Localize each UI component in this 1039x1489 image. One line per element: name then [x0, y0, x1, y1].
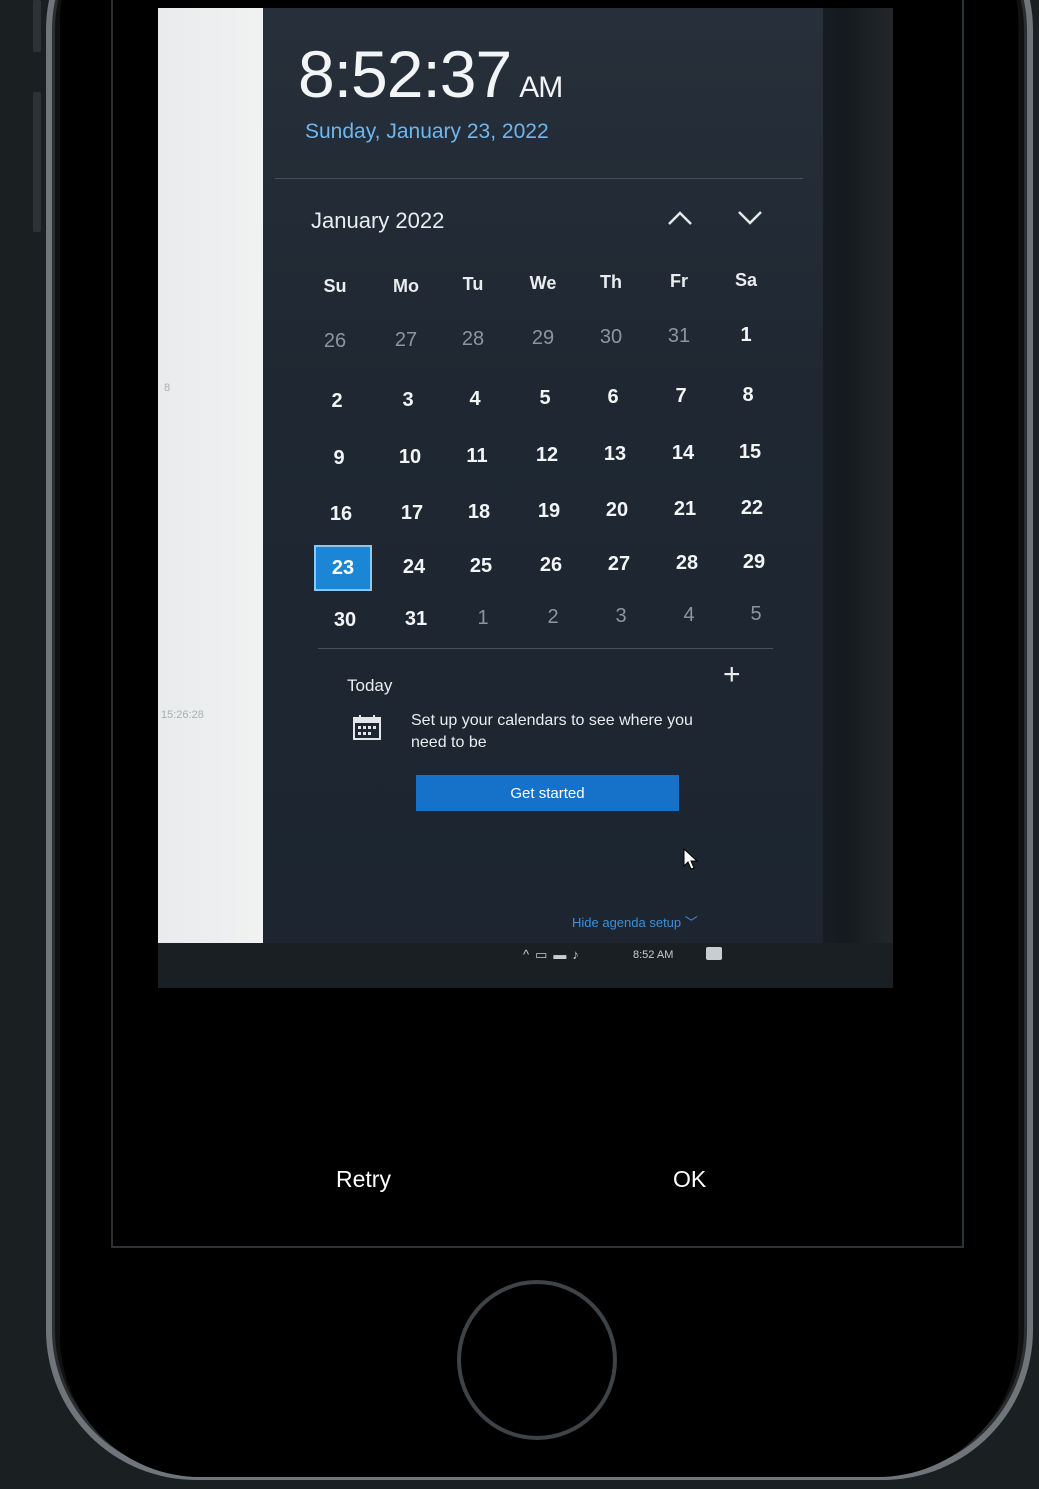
calendar-day[interactable]: 21: [663, 490, 707, 528]
calendar-day[interactable]: 1: [724, 316, 768, 354]
chevron-up-icon[interactable]: [666, 204, 694, 235]
calendar-day[interactable]: 22: [730, 489, 774, 527]
calendar-day[interactable]: 31: [394, 600, 438, 638]
paper-snippet: 8: [164, 382, 171, 394]
side-button: [33, 0, 41, 52]
calendar-day[interactable]: 28: [451, 320, 495, 358]
calendar-day[interactable]: 29: [732, 543, 776, 581]
calendar-day[interactable]: 5: [523, 379, 567, 417]
calendar-day[interactable]: 3: [599, 597, 643, 635]
calendar-day[interactable]: 4: [453, 380, 497, 418]
calendar-day[interactable]: 5: [734, 595, 778, 633]
side-button: [33, 92, 41, 232]
divider: [275, 178, 803, 179]
paper-snippet: 15:26:28: [161, 709, 204, 721]
chevron-up-icon[interactable]: ^: [523, 947, 535, 962]
calendar-day[interactable]: 14: [661, 434, 705, 472]
tray-icons[interactable]: ^▭▬♪: [523, 947, 585, 963]
calendar-day[interactable]: 27: [597, 545, 641, 583]
calendar-day[interactable]: 3: [386, 381, 430, 419]
weekday-header: Su: [323, 276, 347, 296]
calendar-day[interactable]: 30: [589, 318, 633, 356]
chevron-down-icon[interactable]: [736, 204, 764, 235]
calendar-icon: [353, 714, 381, 740]
clock-time: 8:52:37: [298, 37, 512, 111]
mouse-cursor-icon: [683, 847, 699, 875]
calendar-day[interactable]: 6: [591, 378, 635, 416]
weekday-header: Fr: [670, 271, 688, 291]
calendar-day-today[interactable]: 23: [314, 545, 372, 591]
calendar-day[interactable]: 19: [527, 492, 571, 530]
clock-ampm: AM: [519, 71, 563, 104]
home-button[interactable]: [457, 1280, 617, 1440]
date-label[interactable]: Sunday, January 23, 2022: [305, 120, 549, 144]
calendar-day[interactable]: 25: [459, 547, 503, 585]
network-icon[interactable]: ▭: [535, 947, 553, 962]
volume-icon[interactable]: ♪: [572, 947, 585, 962]
calendar-day[interactable]: 26: [529, 546, 573, 584]
calendar-day[interactable]: 12: [525, 436, 569, 474]
calendar-day[interactable]: 31: [657, 317, 701, 355]
calendar-day[interactable]: 2: [315, 382, 359, 420]
calendar-day[interactable]: 1: [461, 599, 505, 637]
taskbar: ^▭▬♪ 8:52 AM: [158, 943, 893, 988]
captured-photo: 8 15:26:28 8:52:37 AM Sunday, January 23,…: [158, 8, 893, 988]
ok-button[interactable]: OK: [667, 1165, 712, 1194]
calendar-day[interactable]: 28: [665, 544, 709, 582]
calendar-day[interactable]: 8: [726, 376, 770, 414]
calendar-day[interactable]: 2: [531, 598, 575, 636]
divider: [318, 648, 773, 649]
calendar-day[interactable]: 27: [384, 321, 428, 359]
calendar-day[interactable]: 13: [593, 435, 637, 473]
calendar-day[interactable]: 20: [595, 491, 639, 529]
battery-icon[interactable]: ▬: [553, 947, 572, 962]
calendar-day[interactable]: 17: [390, 494, 434, 532]
weekday-header: Sa: [734, 270, 758, 290]
clock: 8:52:37 AM: [298, 36, 563, 112]
weekday-header: We: [529, 273, 557, 293]
add-event-button[interactable]: +: [723, 658, 741, 692]
calendar-day[interactable]: 15: [728, 433, 772, 471]
calendar-day[interactable]: 18: [457, 493, 501, 531]
calendar-day[interactable]: 11: [455, 437, 499, 475]
weekday-header: Tu: [462, 274, 484, 294]
calendar-day[interactable]: 30: [323, 601, 367, 639]
taskbar-clock[interactable]: 8:52 AM: [633, 949, 673, 961]
retry-button[interactable]: Retry: [330, 1165, 397, 1194]
weekday-header: Mo: [393, 276, 419, 296]
calendar-day[interactable]: 7: [659, 377, 703, 415]
calendar-day[interactable]: 4: [667, 596, 711, 634]
hide-agenda-link[interactable]: Hide agenda setup ﹀: [572, 912, 698, 931]
get-started-button[interactable]: Get started: [416, 775, 679, 811]
notification-icon[interactable]: [706, 947, 722, 960]
month-label[interactable]: January 2022: [311, 208, 444, 234]
calendar-day[interactable]: 26: [313, 322, 357, 360]
agenda-message: Set up your calendars to see where you n…: [411, 712, 693, 751]
weekday-header: Th: [600, 272, 622, 292]
calendar-day[interactable]: 24: [392, 548, 436, 586]
calendar-day[interactable]: 9: [317, 439, 361, 477]
today-label: Today: [347, 676, 393, 695]
calendar-day[interactable]: 16: [319, 495, 363, 533]
calendar-day[interactable]: 10: [388, 438, 432, 476]
calendar-day[interactable]: 29: [521, 319, 565, 357]
